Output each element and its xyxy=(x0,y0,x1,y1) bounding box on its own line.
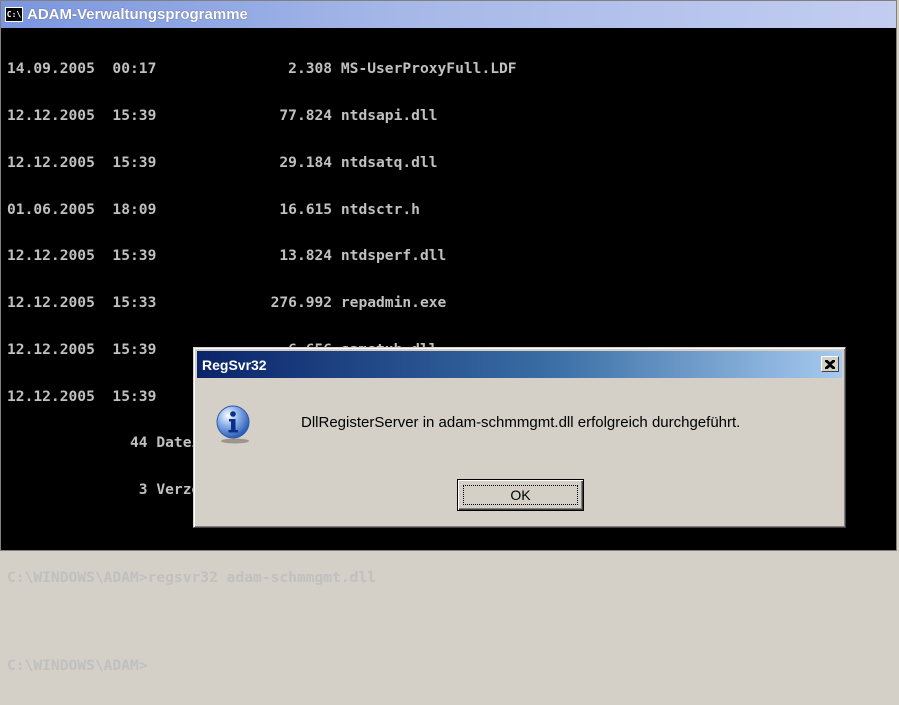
info-icon xyxy=(216,405,250,444)
console-line: 12.12.2005 15:39 29.184 ntdsatq.dll xyxy=(7,153,438,171)
console-line: 01.06.2005 18:09 16.615 ntdsctr.h xyxy=(7,200,420,218)
console-titlebar[interactable]: C:\ ADAM-Verwaltungsprogramme xyxy=(1,1,896,28)
dialog-message: DllRegisterServer in adam-schmmgmt.dll e… xyxy=(301,414,741,431)
console-app-icon: C:\ xyxy=(5,7,23,22)
console-line: 14.09.2005 00:17 2.308 MS-UserProxyFull.… xyxy=(7,60,517,78)
console-title: ADAM-Verwaltungsprogramme xyxy=(27,6,248,23)
console-line: 12.12.2005 15:33 276.992 repadmin.exe xyxy=(7,294,447,312)
ok-button-label: OK xyxy=(510,487,531,503)
console-prompt: C:\WINDOWS\ADAM> xyxy=(7,657,148,675)
ok-button[interactable]: OK xyxy=(457,479,584,511)
close-icon xyxy=(825,359,835,369)
dialog-titlebar[interactable]: RegSvr32 xyxy=(197,351,842,378)
regsvr32-dialog: RegSvr32 DllRegisterServer in adam-schmm… xyxy=(193,347,846,528)
console-line: 12.12.2005 15:39 77.824 ntdsapi.dll xyxy=(7,106,438,124)
console-command-line: C:\WINDOWS\ADAM>regsvr32 adam-schmmgmt.d… xyxy=(7,569,377,587)
dialog-title: RegSvr32 xyxy=(202,356,267,373)
close-button[interactable] xyxy=(821,356,839,372)
console-line: 12.12.2005 15:39 13.824 ntdsperf.dll xyxy=(7,247,447,265)
